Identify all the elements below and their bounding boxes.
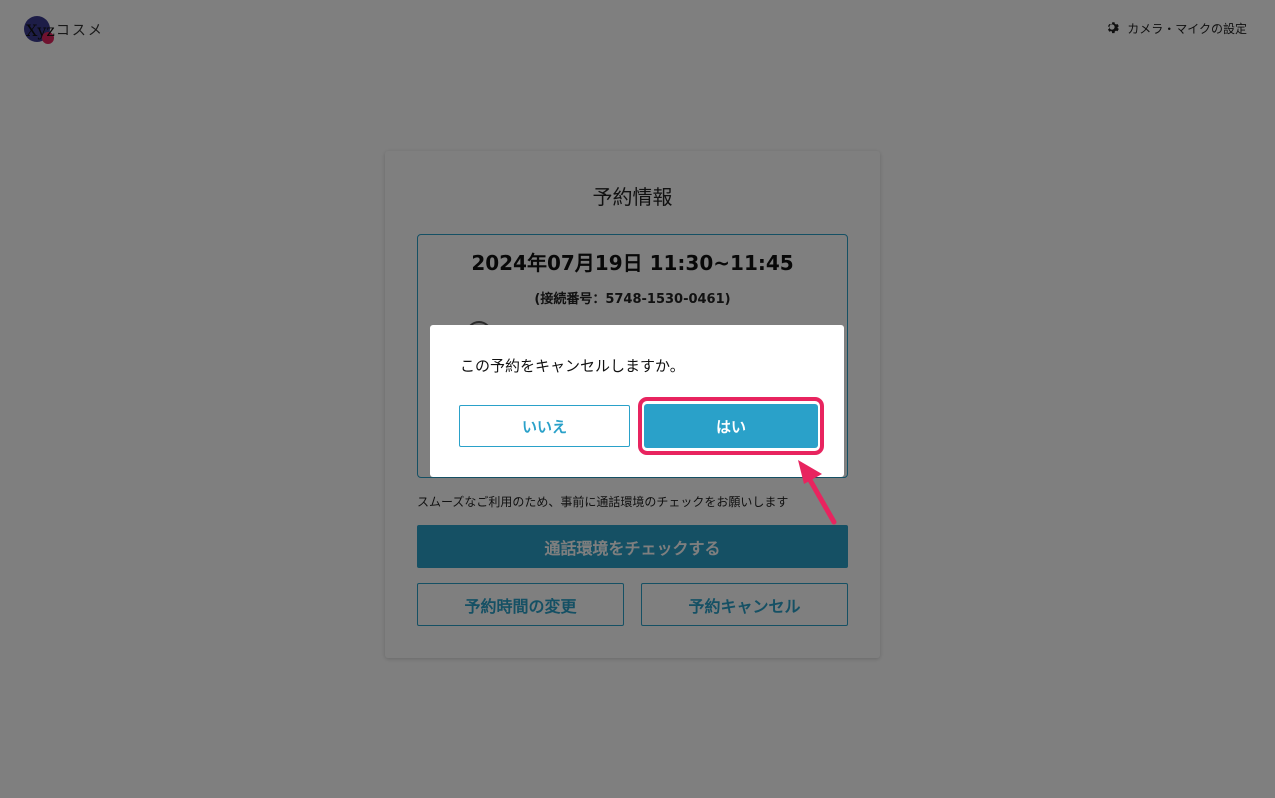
page: Xyz コスメ カメラ・マイクの設定 予約情報 2024年07月19日 11:3…: [0, 0, 1275, 798]
dialog-message: この予約をキャンセルしますか。: [460, 357, 685, 375]
cancel-confirm-dialog: この予約をキャンセルしますか。 いいえ はい: [430, 325, 844, 477]
annotation-arrow-icon: [798, 460, 837, 525]
no-button[interactable]: いいえ: [459, 405, 630, 447]
yes-button[interactable]: はい: [644, 404, 818, 448]
